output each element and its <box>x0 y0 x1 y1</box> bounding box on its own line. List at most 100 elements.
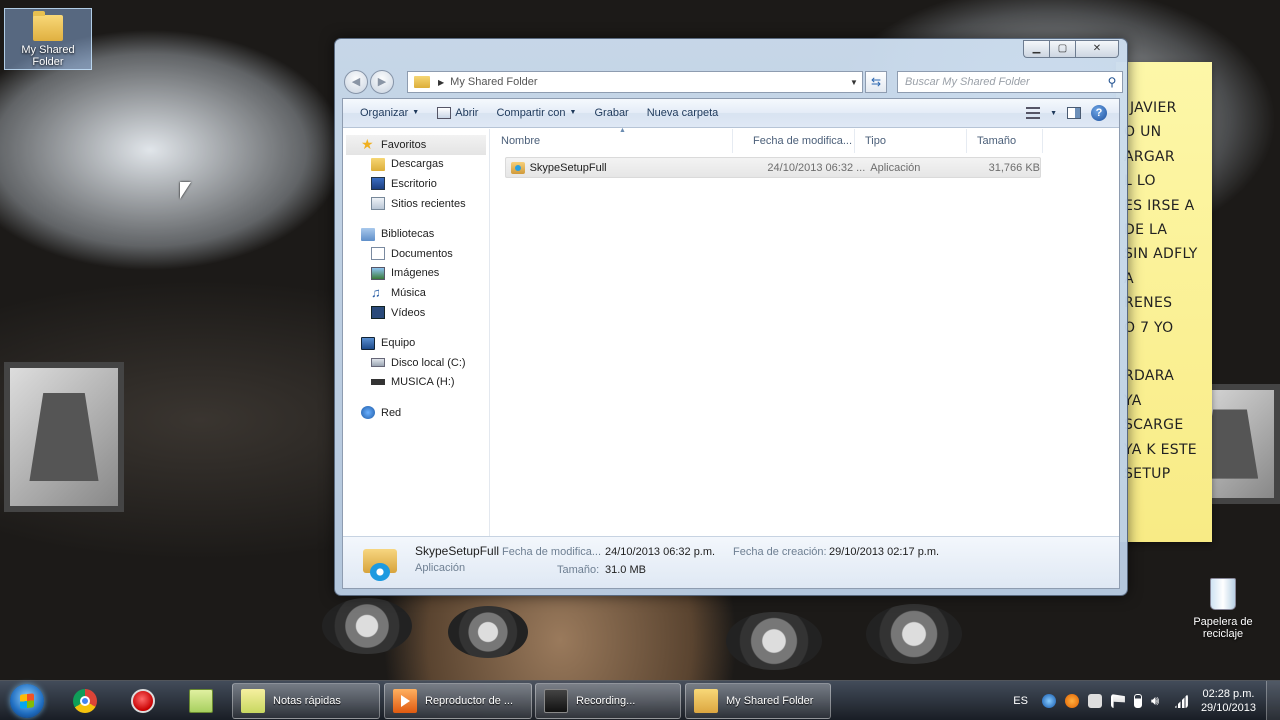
navigation-pane: ★ Favoritos Descargas Escritorio Sitios … <box>343 129 490 538</box>
clock[interactable]: 02:28 p.m. 29/10/2013 <box>1201 687 1256 715</box>
new-folder-label: Nueva carpeta <box>646 107 719 119</box>
preview-pane-icon[interactable] <box>1067 107 1081 119</box>
installer-large-icon <box>361 543 399 581</box>
close-button[interactable]: ✕ <box>1075 40 1119 58</box>
language-indicator[interactable]: ES <box>1013 695 1028 707</box>
explorer-window[interactable]: ▁ ▢ ✕ ◀ ▶ ▶ My Shared Folder ▼ ⇆ ⚲ Organ… <box>334 38 1128 596</box>
nav-item-desktop[interactable]: Escritorio <box>343 174 489 194</box>
file-size: 31,766 KB <box>988 161 1040 174</box>
battery-icon[interactable] <box>1133 694 1142 708</box>
documents-icon <box>371 247 385 261</box>
nav-item-music[interactable]: ♫ Música <box>343 283 489 303</box>
camera-tray-icon[interactable] <box>1087 694 1102 708</box>
sticky-note-line: ES IRSE A <box>1124 197 1195 214</box>
folder-icon <box>33 11 63 41</box>
nav-item-recent-places[interactable]: Sitios recientes <box>343 194 489 214</box>
column-header-name[interactable]: Nombre <box>491 129 733 153</box>
column-header-type[interactable]: Tipo <box>855 129 967 153</box>
explorer-client-area: Organizar ▼ Abrir Compartir con ▼ Grabar… <box>342 98 1120 589</box>
breadcrumb-item[interactable]: My Shared Folder <box>450 76 846 88</box>
sticky-note-line: O UN <box>1124 124 1162 141</box>
details-created-label: Fecha de creación: <box>733 546 827 558</box>
pinned-sticky-notes[interactable] <box>174 684 228 718</box>
taskbar-item-player[interactable]: Reproductor de ... <box>384 683 532 719</box>
nav-item-label: Favoritos <box>381 138 427 151</box>
column-header-size[interactable]: Tamaño <box>967 129 1043 153</box>
nav-item-label: Descargas <box>391 158 444 171</box>
nav-item-downloads[interactable]: Descargas <box>343 155 489 175</box>
breadcrumb-arrow-icon[interactable]: ▶ <box>438 78 444 87</box>
record-icon <box>131 689 155 713</box>
pinned-recorder[interactable] <box>116 684 170 718</box>
nav-item-libraries[interactable]: Bibliotecas <box>343 224 489 244</box>
desktop-icon-my-shared-folder[interactable]: My Shared Folder <box>4 8 92 70</box>
back-button[interactable]: ◀ <box>344 70 368 94</box>
search-box[interactable]: ⚲ <box>897 71 1123 93</box>
nav-item-videos[interactable]: Vídeos <box>343 303 489 323</box>
start-button[interactable] <box>10 684 44 718</box>
nav-item-label: Disco local (C:) <box>391 356 466 369</box>
desktop-icon-label: Papelera de <box>1193 616 1253 628</box>
network-globe-icon[interactable] <box>1041 694 1056 708</box>
taskbar-item-recording[interactable]: Recording... <box>535 683 681 719</box>
nav-item-network[interactable]: Red <box>343 403 489 423</box>
turntable-decoration <box>726 612 822 670</box>
pinned-chrome[interactable] <box>58 684 112 718</box>
installer-icon <box>511 161 525 174</box>
recycle-bin-icon <box>1210 578 1236 610</box>
sticky-note[interactable]: JAVIER O UN ARGAR L LO ES IRSE A DE LA S… <box>1116 62 1212 542</box>
video-camera-icon <box>544 689 568 713</box>
taskbar-item-label: Recording... <box>576 695 636 707</box>
downloads-folder-icon <box>371 157 385 171</box>
taskbar-item-label: Notas rápidas <box>273 695 341 707</box>
sticky-note-line: A <box>1124 270 1134 287</box>
share-with-button[interactable]: Compartir con ▼ <box>489 102 583 124</box>
search-input[interactable] <box>905 76 1102 88</box>
new-folder-button[interactable]: Nueva carpeta <box>640 102 726 124</box>
computer-icon <box>361 336 375 350</box>
nav-item-label: Escritorio <box>391 177 437 190</box>
refresh-button[interactable]: ⇆ <box>865 71 887 93</box>
open-button[interactable]: Abrir <box>430 102 485 124</box>
nav-item-computer[interactable]: Equipo <box>343 333 489 353</box>
sticky-note-line: YA <box>1124 392 1142 409</box>
details-modified-label: Fecha de modifica... <box>502 546 602 558</box>
nav-item-musica-drive[interactable]: MUSICA (H:) <box>343 373 489 393</box>
taskbar-item-notes[interactable]: Notas rápidas <box>232 683 380 719</box>
sticky-note-line: RENES <box>1124 295 1173 312</box>
toolbar-right-group: ▼ ? <box>1026 105 1119 121</box>
nav-item-documents[interactable]: Documentos <box>343 244 489 264</box>
change-view-icon[interactable] <box>1026 107 1041 119</box>
nav-item-label: Vídeos <box>391 306 426 319</box>
volume-icon[interactable]: 🔊︎ <box>1151 694 1165 708</box>
details-modified-value: 24/10/2013 06:32 p.m. <box>605 546 716 558</box>
signal-strength-icon[interactable] <box>1173 694 1188 708</box>
minimize-button[interactable]: ▁ <box>1023 40 1049 58</box>
nav-item-favorites[interactable]: ★ Favoritos <box>346 135 486 155</box>
taskbar-item-label: Reproductor de ... <box>425 695 514 707</box>
turntable-decoration <box>322 598 412 654</box>
open-label: Abrir <box>455 107 479 119</box>
nav-item-images[interactable]: Imágenes <box>343 264 489 284</box>
address-bar[interactable]: ▶ My Shared Folder ▼ <box>407 71 863 93</box>
chevron-down-icon[interactable]: ▼ <box>1050 110 1057 117</box>
column-header-date-modified[interactable]: Fecha de modifica... <box>743 129 855 153</box>
organize-button[interactable]: Organizar ▼ <box>353 102 426 124</box>
action-center-flag-icon[interactable] <box>1110 694 1125 708</box>
search-icon[interactable]: ⚲ <box>1102 75 1122 89</box>
taskbar-item-folder[interactable]: My Shared Folder <box>685 683 831 719</box>
maximize-button[interactable]: ▢ <box>1049 40 1075 58</box>
desktop-icon-recycle-bin[interactable]: Papelera de reciclaje <box>1186 578 1260 650</box>
burn-button[interactable]: Grabar <box>587 102 635 124</box>
nav-item-local-disk[interactable]: Disco local (C:) <box>343 353 489 373</box>
forward-button[interactable]: ▶ <box>370 70 394 94</box>
chrome-icon <box>73 689 97 713</box>
help-icon[interactable]: ? <box>1091 105 1107 121</box>
avast-icon[interactable] <box>1064 694 1079 708</box>
file-row[interactable]: SkypeSetupFull 24/10/2013 06:32 ... Apli… <box>505 157 1041 178</box>
folder-icon <box>414 76 430 88</box>
show-desktop-button[interactable] <box>1266 681 1280 720</box>
address-dropdown-icon[interactable]: ▼ <box>846 78 862 87</box>
column-headers: ▲ Nombre Fecha de modifica... Tipo Tamañ… <box>491 127 1119 153</box>
clock-time: 02:28 p.m. <box>1202 688 1255 700</box>
